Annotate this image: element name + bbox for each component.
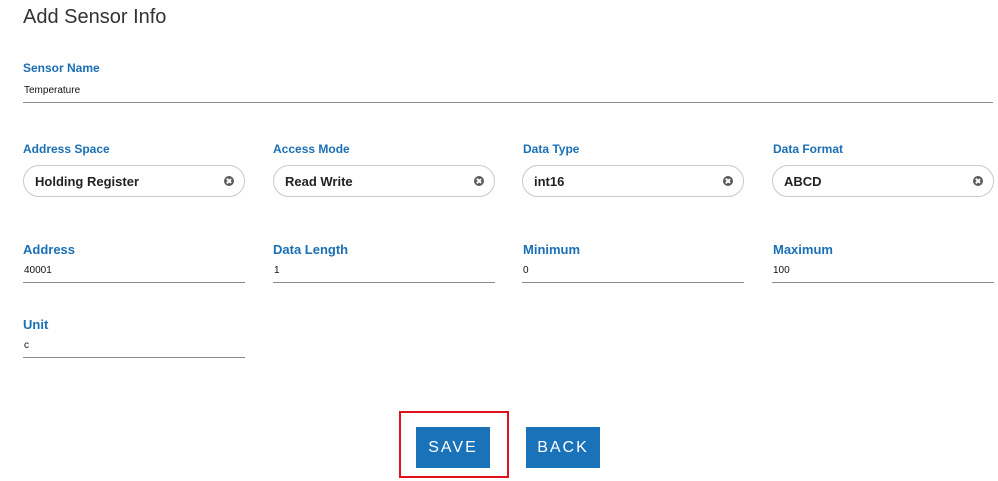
address-label: Address (23, 242, 76, 257)
access-mode-select[interactable]: Read Write (273, 165, 495, 197)
data-format-label: Data Format (773, 142, 844, 156)
data-length-label: Data Length (273, 242, 349, 257)
data-format-select[interactable]: ABCD (772, 165, 994, 197)
unit-label: Unit (23, 317, 49, 332)
back-button[interactable]: BACK (526, 427, 600, 468)
access-mode-value: Read Write (285, 173, 353, 189)
clear-icon[interactable] (224, 176, 234, 186)
data-length-input[interactable] (273, 263, 495, 283)
data-type-select[interactable]: int16 (522, 165, 744, 197)
data-format-value: ABCD (784, 173, 822, 189)
data-type-value: int16 (534, 173, 565, 189)
clear-icon[interactable] (723, 176, 733, 186)
sensor-name-input[interactable] (23, 83, 993, 103)
page-title: Add Sensor Info (23, 6, 167, 28)
maximum-input[interactable] (772, 263, 994, 283)
minimum-label: Minimum (523, 242, 581, 257)
sensor-name-label: Sensor Name (23, 61, 100, 75)
save-button[interactable]: SAVE (416, 427, 490, 468)
address-space-select[interactable]: Holding Register (23, 165, 245, 197)
clear-icon[interactable] (973, 176, 983, 186)
address-input[interactable] (23, 263, 245, 283)
add-sensor-form: Add Sensor Info Sensor Name Address Spac… (0, 0, 998, 481)
data-type-label: Data Type (523, 142, 580, 156)
unit-input[interactable] (23, 338, 245, 358)
address-space-label: Address Space (23, 142, 110, 156)
clear-icon[interactable] (474, 176, 484, 186)
maximum-label: Maximum (773, 242, 833, 257)
minimum-input[interactable] (522, 263, 744, 283)
access-mode-label: Access Mode (273, 142, 350, 156)
address-space-value: Holding Register (35, 173, 140, 189)
